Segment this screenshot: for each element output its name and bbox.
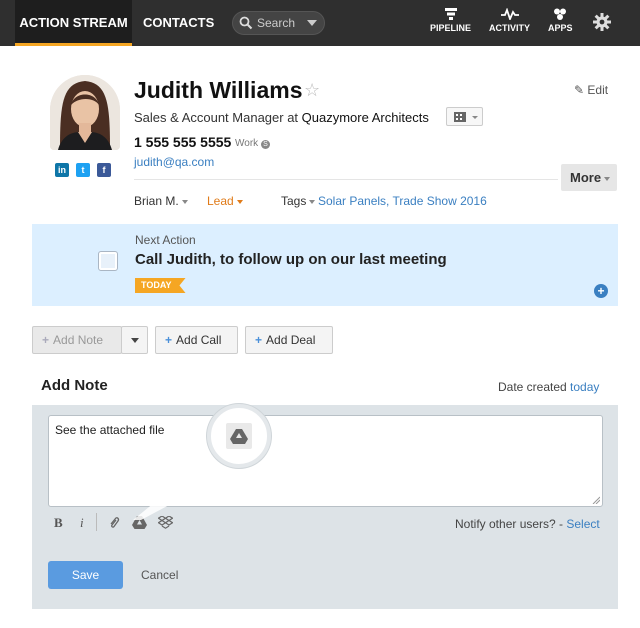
gear-icon[interactable] [593, 13, 611, 31]
tags-list[interactable]: Solar Panels, Trade Show 2016 [318, 194, 487, 208]
linkedin-icon[interactable]: in [55, 163, 69, 177]
google-drive-icon[interactable] [132, 516, 147, 529]
top-navigation-bar: ACTION STREAM CONTACTS Search PIPELINE A… [0, 0, 640, 46]
chevron-down-icon [181, 199, 188, 204]
building-icon [454, 112, 478, 122]
add-call-button[interactable]: + Add Call [155, 326, 238, 354]
italic-button[interactable]: i [80, 515, 84, 531]
note-text: See the attached file [55, 423, 165, 437]
more-label: More [570, 170, 602, 185]
toolbar-divider [96, 513, 97, 531]
nav-apps[interactable]: APPS [548, 8, 573, 33]
complete-checkbox[interactable] [98, 251, 118, 271]
pipeline-icon [444, 8, 457, 20]
twitter-icon[interactable]: t [76, 163, 90, 177]
owner-dropdown[interactable]: Brian M. [134, 194, 188, 208]
nav-pipeline[interactable]: PIPELINE [430, 8, 471, 33]
add-note-label: Add Note [53, 333, 104, 347]
chevron-down-icon [131, 338, 139, 343]
dropbox-icon[interactable] [158, 516, 173, 529]
nav-activity-label: ACTIVITY [489, 23, 531, 33]
facebook-icon[interactable]: f [97, 163, 111, 177]
notify-users: Notify other users? - Select [455, 517, 600, 531]
cancel-button[interactable]: Cancel [141, 568, 178, 582]
tags-dropdown[interactable]: Tags [281, 194, 316, 208]
pencil-icon: ✎ [574, 83, 585, 97]
phone-type: Work [235, 138, 259, 149]
google-drive-icon [230, 429, 248, 444]
save-button[interactable]: Save [48, 561, 123, 589]
tab-contacts[interactable]: CONTACTS [143, 0, 214, 46]
zoom-callout [207, 404, 271, 468]
nav-pipeline-label: PIPELINE [430, 23, 472, 33]
bold-button[interactable]: B [54, 515, 63, 531]
due-badge: TODAY [135, 278, 186, 293]
chevron-down-icon [236, 199, 243, 204]
chevron-down-icon [309, 199, 316, 204]
next-action-panel: Next Action Call Judith, to follow up on… [32, 224, 618, 306]
search-dropdown-icon[interactable] [307, 20, 317, 26]
plus-icon: + [165, 333, 173, 347]
notify-select-link[interactable]: Select [566, 517, 599, 531]
edit-button[interactable]: ✎ Edit [574, 83, 608, 97]
zoomed-drive-button [226, 423, 252, 449]
add-note-dropdown-button[interactable] [121, 326, 148, 354]
note-textarea[interactable]: See the attached file [48, 415, 603, 507]
edit-label: Edit [587, 83, 609, 97]
contact-title: Sales & Account Manager at Quazymore Arc… [134, 110, 429, 125]
add-call-label: Add Call [176, 333, 222, 347]
add-deal-label: Add Deal [266, 333, 316, 347]
search-placeholder: Search [257, 16, 296, 30]
status-dropdown[interactable]: Lead [207, 194, 243, 208]
note-editor-panel: See the attached file B i Notify other u… [32, 405, 618, 609]
paperclip-icon[interactable] [108, 516, 120, 530]
nav-activity[interactable]: ACTIVITY [489, 8, 530, 33]
owner-name: Brian M. [134, 194, 179, 208]
plus-icon: + [42, 333, 50, 347]
header-divider [134, 179, 558, 180]
date-created-label: Date created [498, 380, 571, 394]
add-deal-button[interactable]: + Add Deal [245, 326, 333, 354]
apps-icon [554, 8, 567, 20]
tags-label: Tags [281, 194, 307, 208]
avatar [50, 75, 120, 150]
company-menu-button[interactable] [446, 107, 483, 126]
chevron-down-icon [604, 176, 611, 181]
add-action-icon[interactable]: + [594, 284, 608, 298]
activity-icon [500, 8, 519, 20]
add-note-heading: Add Note [41, 377, 108, 394]
search-icon [239, 16, 253, 30]
tab-action-stream[interactable]: ACTION STREAM [15, 0, 132, 46]
date-created-link[interactable]: today [570, 380, 599, 394]
company-name[interactable]: Quazymore Architects [302, 110, 429, 125]
phone-type-label: Work S [235, 138, 270, 149]
job-title: Sales & Account Manager at [134, 110, 302, 125]
next-action-title[interactable]: Call Judith, to follow up on our last me… [135, 251, 447, 268]
date-created: Date created today [498, 380, 599, 394]
next-action-label: Next Action [135, 233, 196, 247]
more-button[interactable]: More [561, 164, 617, 191]
plus-icon: + [255, 333, 263, 347]
notify-label: Notify other users? - [455, 517, 567, 531]
search-box[interactable]: Search [232, 11, 325, 35]
skype-icon[interactable]: S [260, 140, 270, 149]
favorite-star-icon[interactable]: ☆ [304, 80, 320, 101]
email-link[interactable]: judith@qa.com [134, 155, 214, 169]
status-label: Lead [207, 194, 234, 208]
contact-name: Judith Williams [134, 77, 303, 103]
resize-handle-icon[interactable] [592, 496, 600, 504]
nav-apps-label: APPS [548, 23, 573, 33]
phone-number[interactable]: 1 555 555 5555 [134, 134, 231, 150]
add-note-button[interactable]: + Add Note [32, 326, 122, 354]
